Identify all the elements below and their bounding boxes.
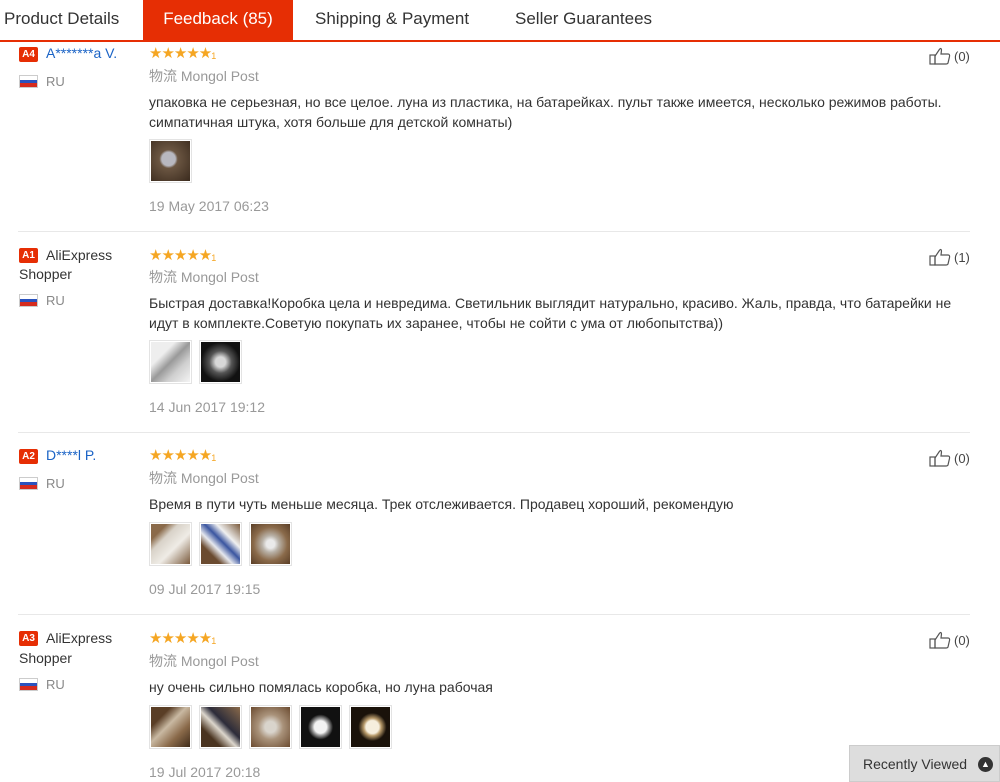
buyer-level-badge: A3: [19, 631, 38, 646]
review-photo[interactable]: [249, 522, 292, 566]
divider: [18, 432, 970, 433]
buyer-country: RU: [46, 476, 65, 491]
review-photo[interactable]: [149, 522, 192, 566]
review-photo[interactable]: [349, 705, 392, 749]
review-photos: [149, 705, 392, 749]
thumbs-up-icon: [929, 47, 951, 65]
helpful-button[interactable]: (0): [929, 630, 970, 650]
helpful-button[interactable]: (0): [929, 46, 970, 66]
helpful-button[interactable]: (1): [929, 247, 970, 267]
russia-flag-icon: [19, 294, 38, 307]
helpful-count: (0): [954, 450, 970, 466]
buyer-name-line2: Shopper: [19, 266, 72, 282]
logistics-info: 物流 Mongol Post: [149, 653, 259, 669]
helpful-button[interactable]: (0): [929, 448, 970, 468]
review-photos: [149, 522, 292, 566]
review-date: 19 Jul 2017 20:18: [149, 764, 261, 780]
divider: [18, 614, 970, 615]
buyer-name-link[interactable]: D****l P.: [46, 446, 96, 465]
divider: [18, 231, 970, 232]
review-photo[interactable]: [149, 705, 192, 749]
thumbs-up-icon: [929, 248, 951, 266]
star-rating: ★★★★★1: [149, 630, 217, 647]
russia-flag-icon: [19, 678, 38, 691]
tab-seller-guarantees[interactable]: Seller Guarantees: [515, 0, 652, 40]
buyer-name: AliExpress: [46, 247, 113, 263]
buyer-level-badge: A2: [19, 449, 38, 464]
review-photo[interactable]: [299, 705, 342, 749]
buyer-level-badge: A1: [19, 248, 38, 263]
logistics-info: 物流 Mongol Post: [149, 470, 259, 486]
recently-viewed-button[interactable]: Recently Viewed ▲: [849, 745, 1000, 782]
russia-flag-icon: [19, 477, 38, 490]
review-photo[interactable]: [249, 705, 292, 749]
buyer-country: RU: [46, 677, 65, 692]
logistics-info: 物流 Mongol Post: [149, 269, 259, 285]
review-date: 14 Jun 2017 19:12: [149, 399, 265, 415]
review-text: ну очень сильно помялась коробка, но лун…: [149, 679, 493, 695]
thumbs-up-icon: [929, 449, 951, 467]
review-photo[interactable]: [199, 705, 242, 749]
helpful-count: (1): [954, 249, 970, 265]
buyer-name-line2: Shopper: [19, 650, 72, 666]
recently-viewed-label: Recently Viewed: [863, 755, 968, 772]
buyer-name-link[interactable]: A*******a V.: [46, 44, 117, 63]
thumbs-up-icon: [929, 631, 951, 649]
tab-shipping-payment[interactable]: Shipping & Payment: [315, 0, 469, 40]
star-rating: ★★★★★1: [149, 45, 217, 62]
review-date: 19 May 2017 06:23: [149, 198, 269, 214]
review-text: Быстрая доставка!Коробка цела и невредим…: [149, 295, 952, 331]
tab-product-details[interactable]: Product Details: [4, 0, 119, 40]
star-rating: ★★★★★1: [149, 247, 217, 264]
review-photo[interactable]: [199, 522, 242, 566]
review-photos: [149, 139, 192, 183]
star-rating: ★★★★★1: [149, 447, 217, 464]
russia-flag-icon: [19, 75, 38, 88]
review-photo[interactable]: [199, 340, 242, 384]
chevron-up-icon: ▲: [978, 757, 993, 772]
buyer-country: RU: [46, 74, 65, 89]
review-date: 09 Jul 2017 19:15: [149, 581, 261, 597]
tab-feedback[interactable]: Feedback (85): [143, 0, 293, 42]
buyer-level-badge: A4: [19, 47, 38, 62]
buyer-name: AliExpress: [46, 630, 113, 646]
feedback-tabs: Product Details Feedback (85) Shipping &…: [0, 0, 1000, 42]
review-photo[interactable]: [149, 340, 192, 384]
review-photos: [149, 340, 242, 384]
helpful-count: (0): [954, 632, 970, 648]
helpful-count: (0): [954, 48, 970, 64]
review-text: Время в пути чуть меньше месяца. Трек от…: [149, 496, 734, 512]
logistics-info: 物流 Mongol Post: [149, 68, 259, 84]
buyer-country: RU: [46, 293, 65, 308]
review-photo[interactable]: [149, 139, 192, 183]
review-text: упаковка не серьезная, но все целое. лун…: [149, 94, 942, 130]
